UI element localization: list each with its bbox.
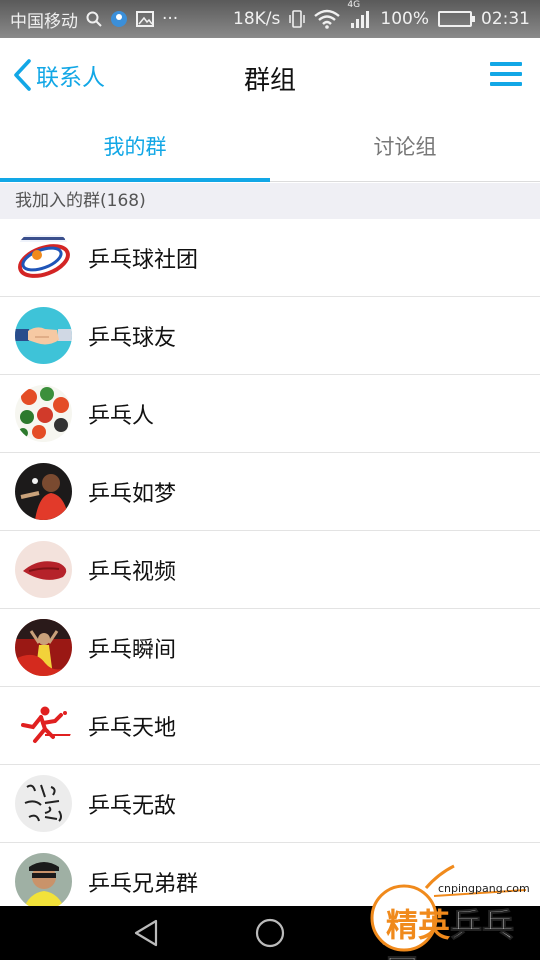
group-name: 乒乓人 <box>88 403 155 429</box>
wifi-icon <box>314 9 341 29</box>
group-avatar <box>15 385 72 442</box>
list-item[interactable]: 乒乓球友 <box>0 297 540 375</box>
group-avatar <box>15 463 72 520</box>
battery-percent: 100% <box>380 9 429 29</box>
tab-my-groups[interactable]: 我的群 <box>0 114 270 182</box>
group-list: 乒乓球社团 乒乓球友 乒乓人 乒乓如梦 乒乓视频 乒乓瞬间 乒乓天地 乒乓无敌 … <box>0 219 540 921</box>
list-item[interactable]: 乒乓球社团 <box>0 219 540 297</box>
group-name: 乒乓兄弟群 <box>88 871 199 897</box>
list-item[interactable]: 乒乓如梦 <box>0 453 540 531</box>
network-speed: 18K/s <box>233 9 281 29</box>
carrier-label: 中国移动 <box>10 11 78 32</box>
list-item[interactable]: 乒乓无敌 <box>0 765 540 843</box>
clock: 02:31 <box>481 9 530 29</box>
group-name: 乒乓天地 <box>88 715 177 741</box>
group-avatar <box>15 853 72 910</box>
tab-bar: 我的群 讨论组 <box>0 114 540 182</box>
group-avatar <box>15 541 72 598</box>
back-button[interactable]: 联系人 <box>12 58 105 92</box>
title-bar: 联系人 群组 <box>0 38 540 114</box>
menu-icon[interactable] <box>490 62 522 90</box>
home-circle-icon[interactable] <box>253 916 287 950</box>
list-item[interactable]: 乒乓人 <box>0 375 540 453</box>
navigation-bar <box>0 906 540 960</box>
group-name: 乒乓球社团 <box>88 247 199 273</box>
recents-square-icon[interactable] <box>377 916 411 950</box>
group-avatar <box>15 619 72 676</box>
group-avatar <box>15 775 72 832</box>
group-name: 乒乓球友 <box>88 325 177 351</box>
signal-icon: 4G <box>347 0 371 29</box>
tab-discussion-groups[interactable]: 讨论组 <box>270 114 540 181</box>
vibrate-icon <box>289 9 306 29</box>
group-name: 乒乓瞬间 <box>88 637 177 663</box>
network-type: 4G <box>347 0 361 10</box>
section-header: 我加入的群(168) <box>0 183 540 219</box>
search-icon <box>86 11 102 27</box>
group-name: 乒乓如梦 <box>88 481 177 507</box>
more-notifications-icon: ··· <box>162 9 179 29</box>
app-notification-icon <box>110 10 128 28</box>
group-avatar <box>15 307 72 364</box>
chevron-left-icon <box>14 59 31 91</box>
group-avatar <box>15 229 72 286</box>
battery-icon <box>438 11 475 27</box>
status-bar: 中国移动 ··· 18K/s 4G 100% 02:31 <box>0 0 540 38</box>
back-label: 联系人 <box>36 65 105 91</box>
group-name: 乒乓视频 <box>88 559 177 585</box>
image-icon <box>136 10 154 28</box>
list-item[interactable]: 乒乓视频 <box>0 531 540 609</box>
list-item[interactable]: 乒乓瞬间 <box>0 609 540 687</box>
group-name: 乒乓无敌 <box>88 793 177 819</box>
back-triangle-icon[interactable] <box>129 916 163 950</box>
group-avatar <box>15 697 72 754</box>
list-item[interactable]: 乒乓天地 <box>0 687 540 765</box>
